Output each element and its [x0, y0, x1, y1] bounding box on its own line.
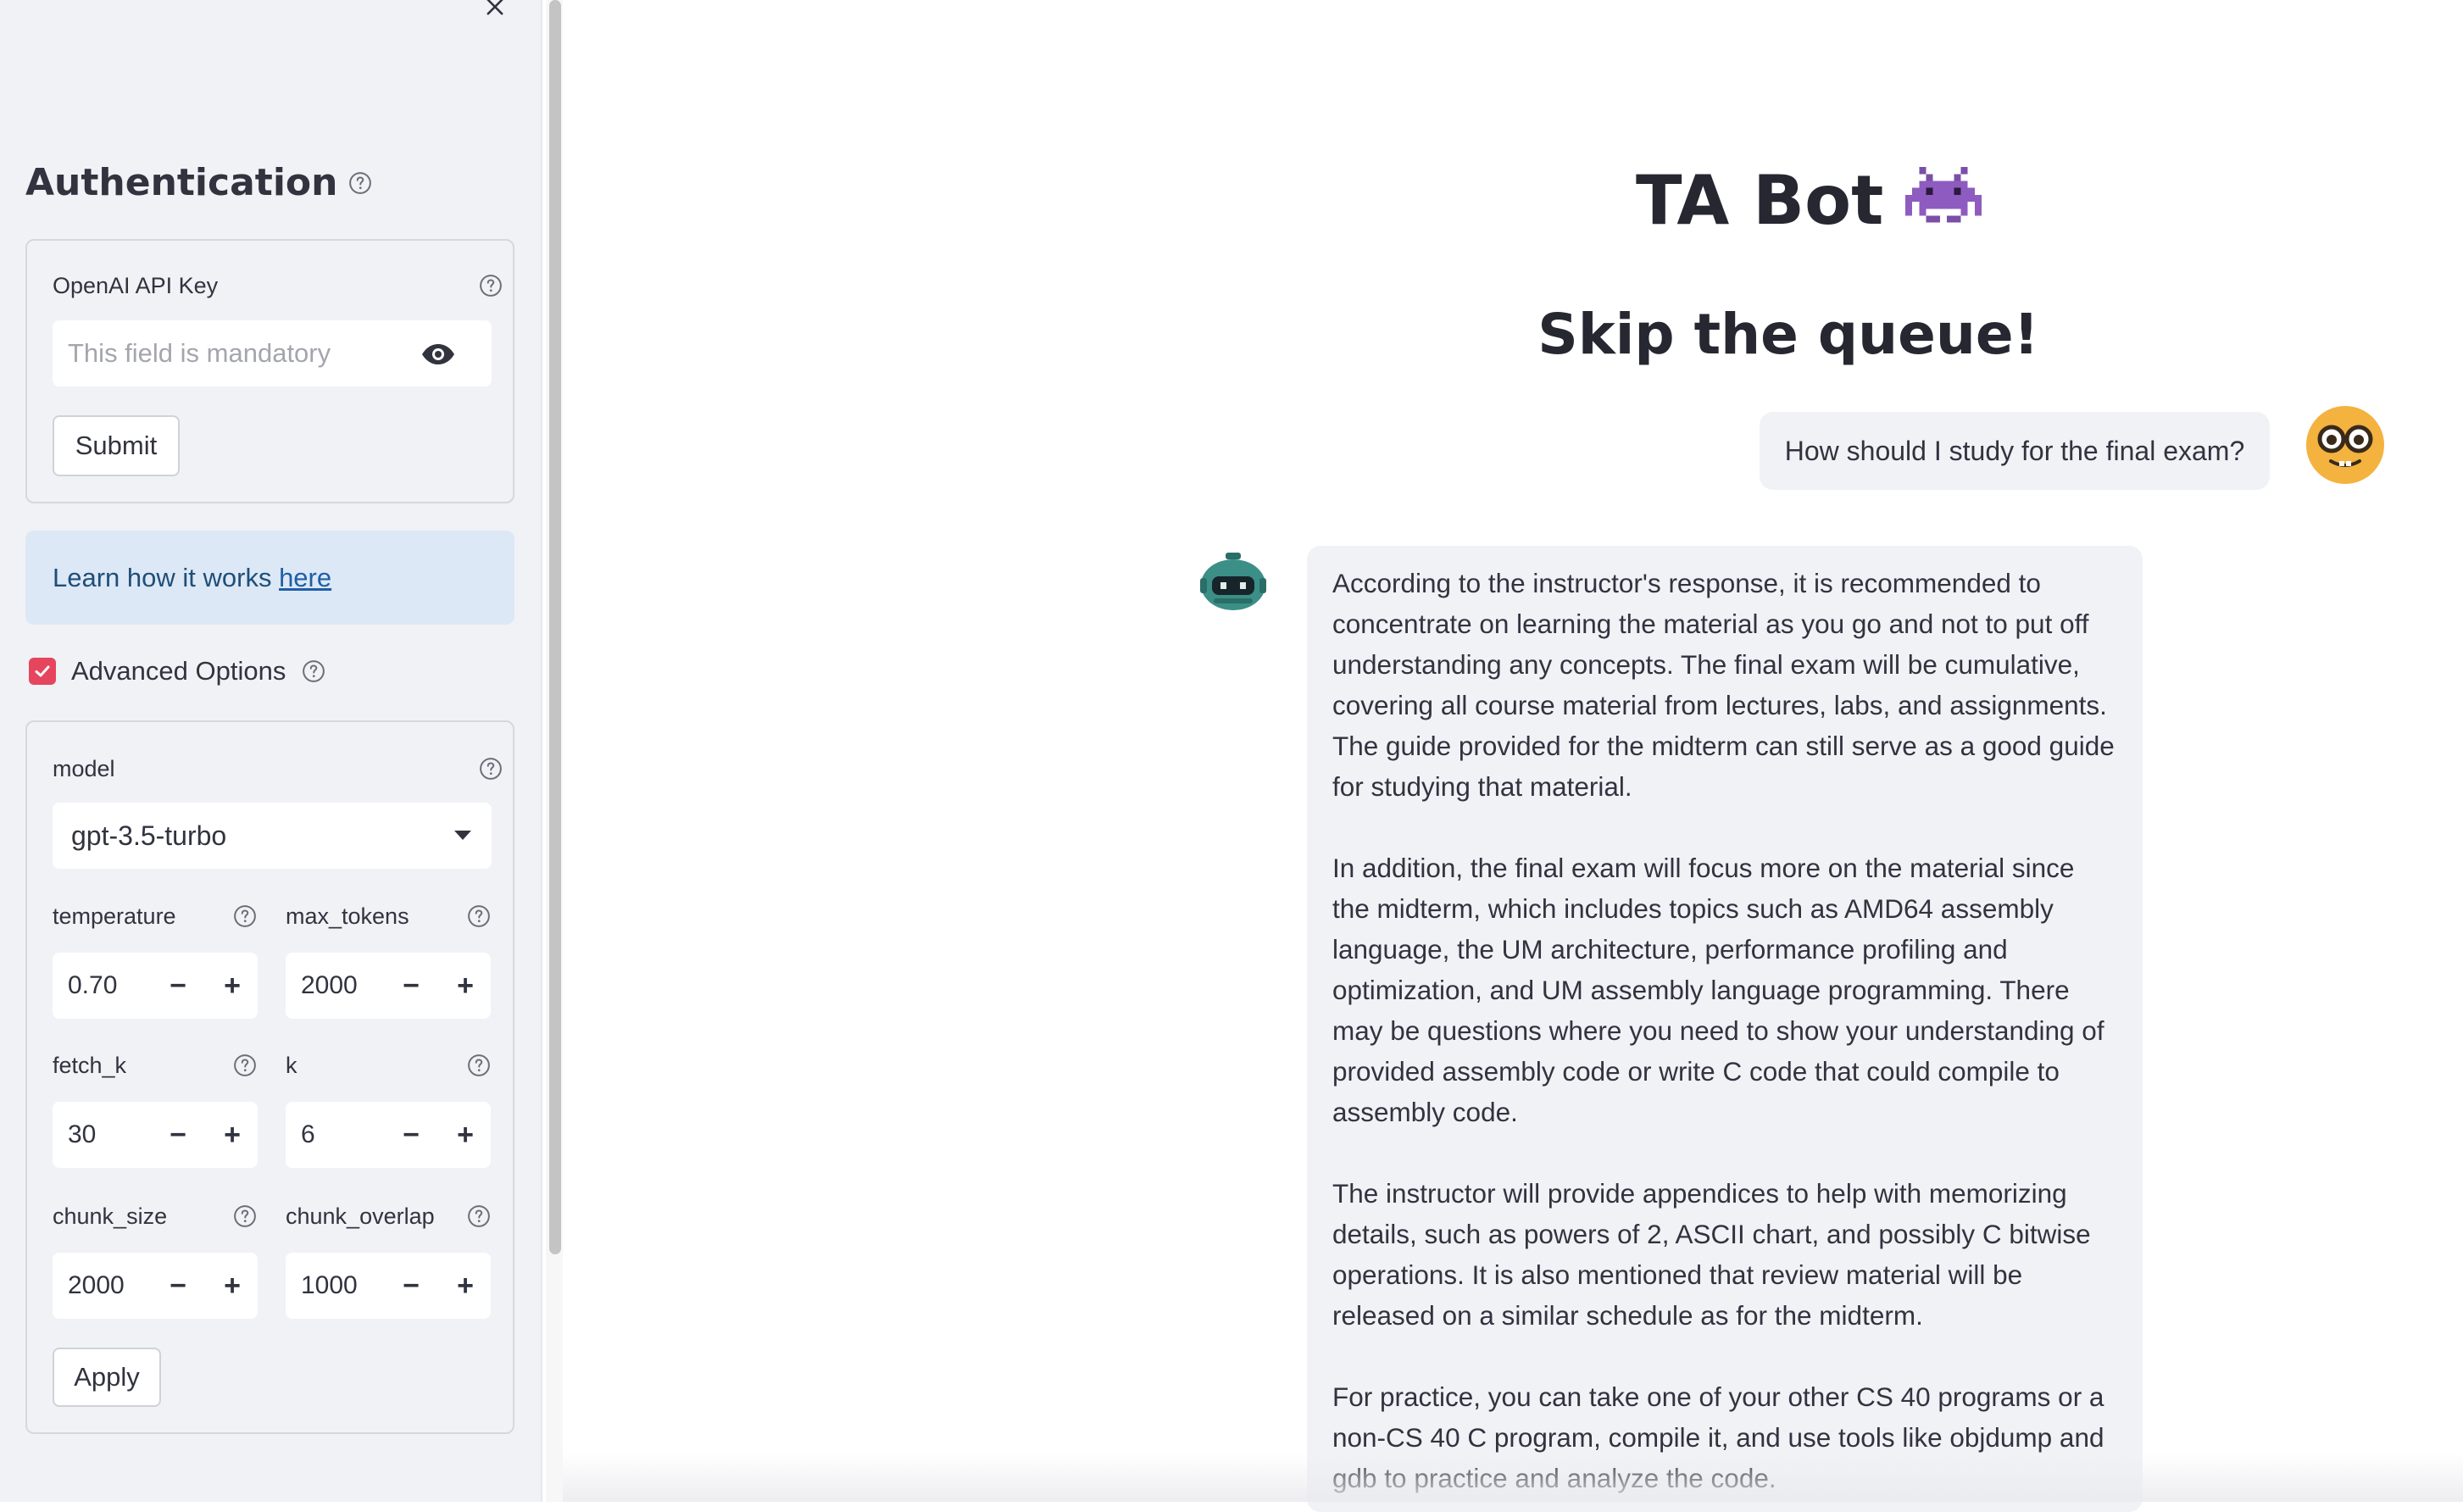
assistant-message: According to the instructor's response, …	[1307, 546, 2143, 1512]
increment-button[interactable]: +	[440, 1253, 491, 1319]
eye-icon[interactable]	[420, 342, 456, 366]
decrement-button[interactable]: −	[153, 953, 203, 1019]
sidebar: Authentication OpenAI API Key This field…	[0, 0, 542, 1502]
info-label: Learn how it works	[53, 563, 280, 592]
bottom-fade	[563, 1454, 2463, 1502]
increment-button[interactable]: +	[207, 1102, 258, 1168]
decrement-button[interactable]: −	[386, 1253, 436, 1319]
info-link[interactable]: here	[279, 563, 331, 592]
max-tokens-stepper[interactable]: 2000 − +	[286, 953, 491, 1019]
chunk-overlap-value[interactable]: 1000	[301, 1253, 358, 1319]
model-value: gpt-3.5-turbo	[71, 820, 227, 851]
apply-button[interactable]: Apply	[53, 1348, 161, 1407]
robot-avatar-icon	[1197, 551, 1270, 612]
submit-button[interactable]: Submit	[53, 415, 180, 476]
info-box: Learn how it works here	[25, 531, 514, 625]
checkmark-icon	[35, 665, 50, 677]
decrement-button[interactable]: −	[386, 953, 436, 1019]
api-key-placeholder: This field is mandatory	[68, 338, 331, 368]
advanced-options-label: Advanced Options	[71, 656, 286, 686]
fetch-k-stepper[interactable]: 30 − +	[53, 1102, 258, 1168]
decrement-button[interactable]: −	[153, 1102, 203, 1168]
fetch-k-label: fetch_k	[53, 1053, 127, 1078]
page-title-row: TA Bot	[1636, 161, 1982, 240]
chevron-down-icon	[454, 831, 471, 840]
help-icon[interactable]	[478, 756, 503, 781]
chunk-size-value[interactable]: 2000	[68, 1253, 125, 1319]
monster-icon	[1905, 165, 1982, 236]
increment-button[interactable]: +	[207, 953, 258, 1019]
increment-button[interactable]: +	[207, 1253, 258, 1319]
k-stepper[interactable]: 6 − +	[286, 1102, 491, 1168]
advanced-options-checkbox[interactable]	[29, 658, 56, 685]
help-icon[interactable]	[232, 903, 258, 929]
help-icon[interactable]	[232, 1203, 258, 1229]
info-text: Learn how it works here	[53, 563, 331, 593]
help-icon[interactable]	[301, 659, 326, 684]
decrement-button[interactable]: −	[153, 1253, 203, 1319]
authentication-heading: Authentication	[25, 161, 373, 204]
increment-button[interactable]: +	[440, 1102, 491, 1168]
chunk-overlap-label: chunk_overlap	[286, 1203, 435, 1229]
chunk-size-label: chunk_size	[53, 1203, 168, 1229]
k-value[interactable]: 6	[301, 1102, 315, 1168]
assistant-paragraph: The instructor will provide appendices t…	[1332, 1178, 2091, 1331]
api-key-label: OpenAI API Key	[53, 273, 219, 298]
max-tokens-label: max_tokens	[286, 903, 409, 929]
advanced-options-row: Advanced Options	[29, 656, 326, 687]
page-title: TA Bot	[1636, 161, 1884, 240]
help-icon[interactable]	[478, 273, 503, 298]
api-key-input[interactable]: This field is mandatory	[53, 320, 492, 386]
close-sidebar-button[interactable]	[483, 0, 519, 24]
help-icon[interactable]	[232, 1053, 258, 1078]
sidebar-scrollbar-thumb[interactable]	[549, 0, 561, 1254]
fetch-k-value[interactable]: 30	[68, 1102, 96, 1168]
page-subtitle: Skip the queue!	[1537, 302, 2039, 367]
authentication-title: Authentication	[25, 161, 338, 204]
assistant-paragraph: According to the instructor's response, …	[1332, 568, 2115, 802]
api-key-form: OpenAI API Key This field is mandatory S…	[25, 239, 514, 503]
decrement-button[interactable]: −	[386, 1102, 436, 1168]
temperature-stepper[interactable]: 0.70 − +	[53, 953, 258, 1019]
help-icon[interactable]	[466, 1203, 492, 1229]
increment-button[interactable]: +	[440, 953, 491, 1019]
temperature-value[interactable]: 0.70	[68, 953, 117, 1019]
nerd-face-avatar-icon	[2305, 405, 2385, 485]
chunk-overlap-stepper[interactable]: 1000 − +	[286, 1253, 491, 1319]
model-label: model	[53, 756, 115, 781]
help-icon[interactable]	[466, 1053, 492, 1078]
model-select[interactable]: gpt-3.5-turbo	[53, 803, 492, 869]
assistant-paragraph: In addition, the final exam will focus m…	[1332, 853, 2104, 1127]
chunk-size-stepper[interactable]: 2000 − +	[53, 1253, 258, 1319]
temperature-label: temperature	[53, 903, 176, 929]
max-tokens-value[interactable]: 2000	[301, 953, 358, 1019]
help-icon[interactable]	[466, 903, 492, 929]
help-icon[interactable]	[347, 170, 373, 196]
user-message: How should I study for the final exam?	[1760, 412, 2270, 490]
k-label: k	[286, 1053, 297, 1078]
close-icon	[486, 0, 503, 15]
